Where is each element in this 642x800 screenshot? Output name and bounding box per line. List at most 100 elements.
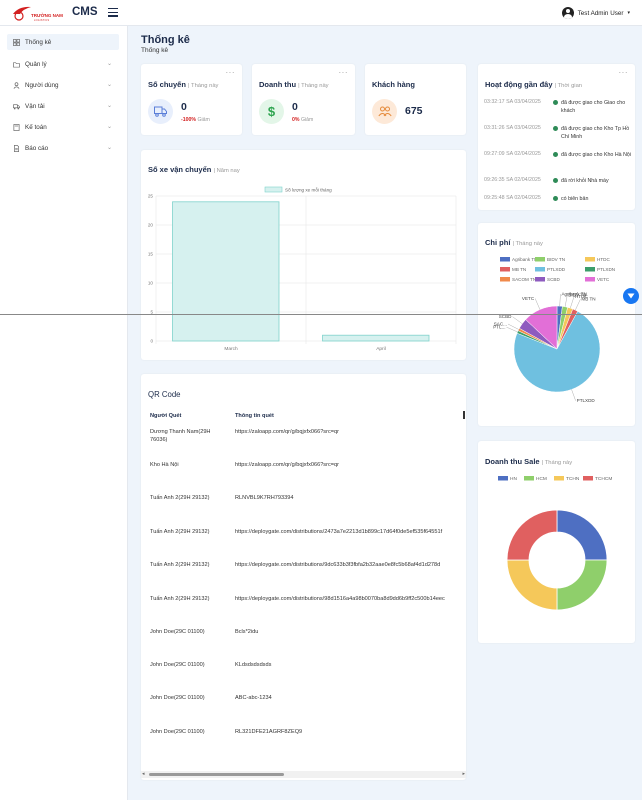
menu-toggle-icon[interactable] — [108, 8, 118, 17]
qr-code-card: QR Code Người Quét Thông tin quét Dương … — [141, 374, 466, 780]
legend-label: HN — [510, 476, 517, 482]
legend-swatch — [585, 277, 595, 282]
y-tick-label: 25 — [148, 194, 154, 199]
stat-card-trips: Số chuyến | Tháng này ··· 0 -100% Giảm — [141, 64, 242, 135]
status-dot — [553, 126, 558, 131]
avatar-icon — [561, 7, 574, 19]
stat-card-customers: Khách hàng 675 — [365, 64, 466, 135]
scroll-down-button[interactable] — [623, 288, 639, 304]
sidebar-item-bao-cao[interactable]: Báo cáo ⌄ — [7, 140, 119, 156]
qr-cell-info: https://deploygate.com/distributions/9dc… — [235, 562, 441, 568]
logo-text: TRƯỜNG NAM — [31, 13, 63, 18]
sales-chart-card: Doanh thu Sale | Tháng này HN HCM TCHN TCHC… — [478, 441, 635, 643]
activity-text: có biên bản — [561, 196, 589, 202]
status-dot — [553, 152, 558, 157]
chevron-down-icon: ⌄ — [106, 145, 112, 151]
stat-card-revenue: Doanh thu | Tháng này ··· $ 0 0% Giảm — [252, 64, 355, 135]
donut-slice — [556, 559, 608, 611]
legend-label: PTLXDD — [547, 267, 566, 272]
legend-label: MB TN — [512, 267, 526, 272]
vehicle-chart-card: Số xe vận chuyển | Năm nay Số lượng xe m… — [141, 150, 466, 360]
legend-swatch — [583, 476, 593, 481]
qr-cell-person: Tuấn Anh 2(29H 29132) — [150, 495, 210, 501]
donut-slice — [556, 509, 608, 561]
slice-leader-line — [570, 296, 575, 309]
dollar-icon: $ — [259, 99, 284, 124]
expense-chart-card: Chi phí | Tháng này Agribank TN BIDV TN HT… — [478, 223, 635, 426]
sidebar-item-label: Kế toán — [25, 123, 47, 131]
qr-cell-info: https://deploygate.com/distributions/247… — [235, 529, 443, 535]
x-tick-label: March — [224, 346, 238, 352]
scroll-thumb[interactable] — [149, 773, 284, 776]
slice-leader-line — [534, 298, 541, 310]
legend-label: TCHN — [566, 476, 580, 482]
user-menu[interactable]: Test Admin User ▾ — [561, 7, 630, 19]
scroll-left-icon[interactable]: ◂ — [142, 771, 145, 777]
page-title: Thống kê — [141, 34, 190, 46]
qr-cell-person: John Doe(29C 01100) — [150, 662, 205, 668]
legend-label: Agribank TN — [512, 257, 537, 262]
stat-value: 0 — [292, 101, 298, 113]
bar-chart: Số lượng xe mỗi tháng0510152025March Apri… — [148, 186, 457, 352]
legend-swatch — [585, 257, 595, 262]
slice-leader-line — [512, 316, 523, 324]
slice-label: SAC... — [494, 322, 507, 327]
qr-cell-person: John Doe(29C 01100) — [150, 629, 205, 635]
calculator-icon — [13, 123, 20, 131]
horizontal-scrollbar[interactable]: ◂ ▸ — [141, 771, 466, 778]
card-title: Doanh thu | Tháng này — [259, 80, 329, 89]
bar — [322, 334, 430, 342]
user-name: Test Admin User — [577, 9, 624, 17]
user-icon — [13, 81, 20, 89]
logo[interactable]: TRƯỜNG NAM LOGISTICS — [11, 4, 63, 22]
y-tick-label: 0 — [150, 339, 153, 344]
donut-chart: HN HCM TCHN TCHCM — [498, 476, 612, 611]
brand-title: CMS — [72, 6, 98, 18]
sidebar-item-van-tai[interactable]: Vận tải ⌄ — [7, 98, 119, 114]
legend-label: PTLXDN — [597, 267, 615, 272]
logo-icon — [13, 6, 31, 21]
sidebar-item-thong-ke[interactable]: Thống kê — [7, 34, 119, 50]
activity-text: đã được giao cho Kho Tp Hồ Chí Minh — [561, 126, 630, 140]
more-options-icon[interactable]: ··· — [226, 68, 236, 77]
qr-cell-person: Tuấn Anh 2(29H 29132) — [150, 529, 210, 535]
sidebar-item-ke-toan[interactable]: Kế toán ⌄ — [7, 119, 119, 135]
sidebar-item-label: Vận tải — [25, 102, 45, 110]
more-options-icon[interactable]: ··· — [619, 68, 629, 77]
breadcrumb: Thống kê — [141, 47, 169, 54]
chevron-down-icon: ⌄ — [106, 82, 112, 88]
status-dot — [553, 100, 558, 105]
slice-label: VETC — [522, 296, 535, 301]
column-header-info: Thông tin quét — [235, 413, 274, 419]
legend-swatch — [264, 186, 283, 193]
y-tick-label: 20 — [148, 223, 154, 228]
more-options-icon[interactable]: ··· — [339, 68, 349, 77]
sidebar: Thống kê Quản lý ⌄ Người dùng ⌄ Vận tải … — [0, 26, 128, 800]
sidebar-item-label: Thống kê — [25, 38, 52, 46]
legend-swatch — [585, 267, 595, 272]
legend-label: BIDV TN — [547, 257, 565, 262]
report-icon — [14, 144, 19, 152]
sidebar-item-nguoi-dung[interactable]: Người dùng ⌄ — [7, 77, 119, 93]
status-dot — [553, 196, 558, 201]
slice-label: PTLXDD — [577, 398, 596, 403]
sidebar-item-label: Người dùng — [25, 81, 59, 89]
recent-activity-card: Hoạt động gần đây | Thời gian ··· 03:32:… — [478, 64, 635, 210]
qr-cell-person: Tuấn Anh 2(29H 29132) — [150, 596, 210, 602]
legend-swatch — [500, 267, 510, 272]
users-icon — [372, 99, 397, 124]
qr-cell-person: John Doe(29C 01100) — [150, 695, 205, 701]
pie-chart: Agribank TN BIDV TN HTDC MB TN PTLXDD PTLXDN S… — [493, 257, 615, 403]
scroll-right-icon[interactable]: ▸ — [462, 771, 465, 777]
legend-label: Số lượng xe mỗi tháng — [285, 187, 332, 193]
x-tick-label: April — [376, 346, 386, 352]
activity-text: đã được giao cho Giao cho khách — [561, 100, 626, 114]
legend-swatch — [500, 277, 510, 282]
qr-cell-info: https://deploygate.com/distributions/98d… — [235, 596, 445, 602]
column-header-person: Người Quét — [150, 413, 182, 419]
legend-label: SCBD — [547, 277, 560, 282]
sidebar-item-label: Quản lý — [25, 60, 47, 68]
sidebar-item-quan-ly[interactable]: Quản lý ⌄ — [7, 56, 119, 72]
card-title: Hoạt động gần đây | Thời gian — [485, 80, 583, 89]
legend-swatch — [535, 267, 545, 272]
